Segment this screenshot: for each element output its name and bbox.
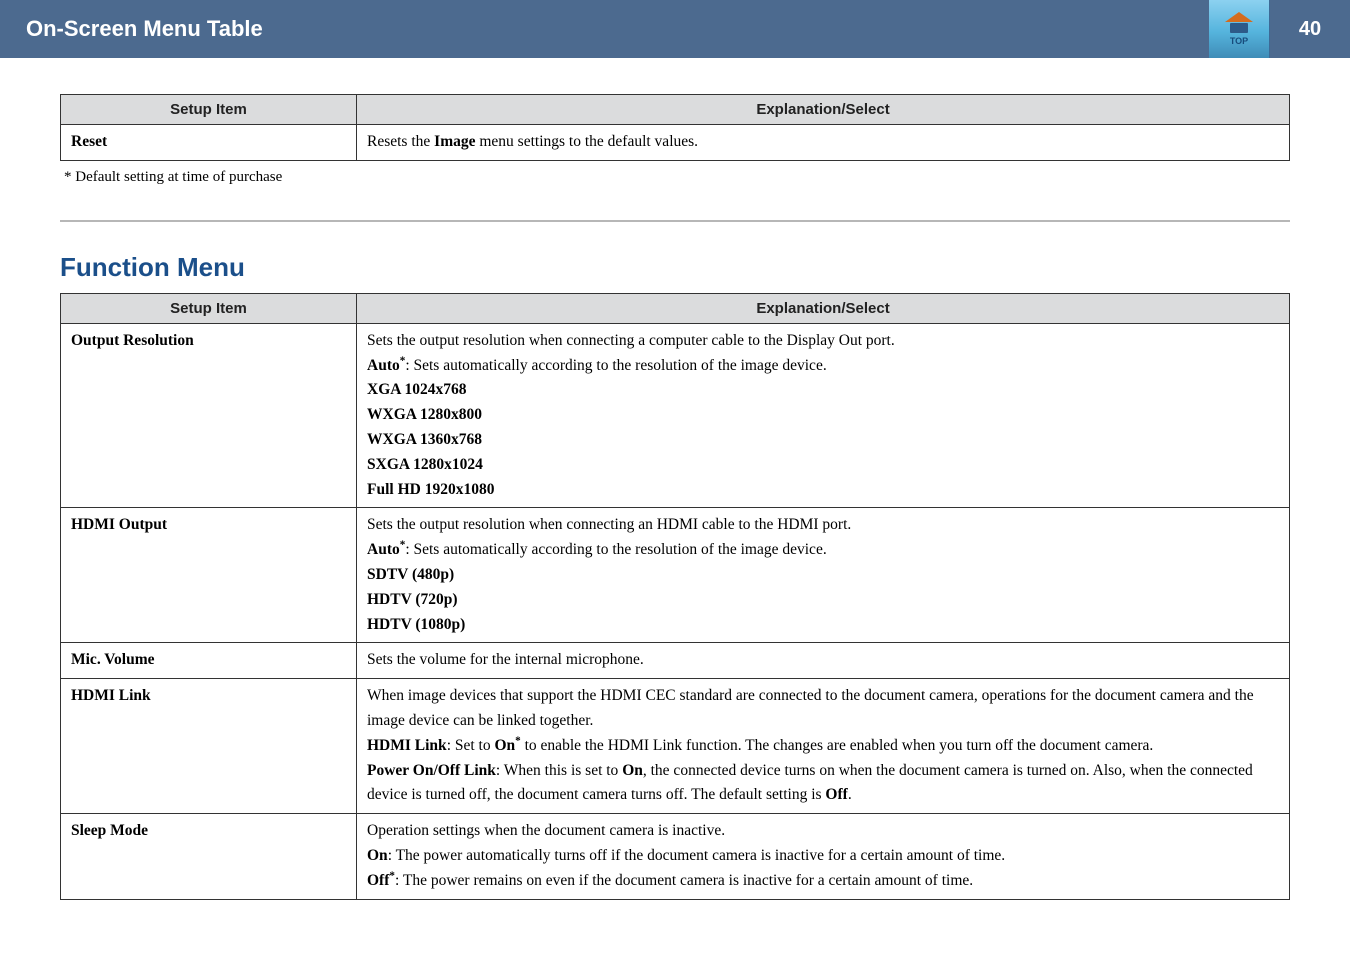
text-bold: SXGA 1280x1024 bbox=[367, 456, 483, 473]
text-bold: On bbox=[494, 737, 515, 754]
table-row: Mic. Volume Sets the volume for the inte… bbox=[61, 643, 1290, 679]
page-content: Setup Item Explanation/Select Reset Rese… bbox=[0, 58, 1350, 900]
cell-explanation: Sets the output resolution when connecti… bbox=[357, 323, 1290, 508]
cell-explanation: Operation settings when the document cam… bbox=[357, 814, 1290, 899]
header-right: TOP 40 bbox=[1209, 0, 1350, 58]
text-fragment: . bbox=[848, 786, 852, 803]
text-bold: Full HD 1920x1080 bbox=[367, 481, 494, 498]
table-row: Output Resolution Sets the output resolu… bbox=[61, 323, 1290, 508]
cell-setup-item: Sleep Mode bbox=[61, 814, 357, 899]
table-row: Sleep Mode Operation settings when the d… bbox=[61, 814, 1290, 899]
text-bold: Off bbox=[825, 786, 847, 803]
text-fragment: : Sets automatically according to the re… bbox=[405, 541, 826, 558]
col-header-explanation: Explanation/Select bbox=[357, 293, 1290, 323]
cell-setup-item: Mic. Volume bbox=[61, 643, 357, 679]
text-fragment: menu settings to the default values. bbox=[475, 133, 698, 150]
page-number-box: 40 bbox=[1270, 0, 1350, 58]
text-bold: WXGA 1280x800 bbox=[367, 406, 482, 423]
section-title: Function Menu bbox=[60, 252, 1290, 283]
col-header-explanation: Explanation/Select bbox=[357, 95, 1290, 125]
col-header-setup-item: Setup Item bbox=[61, 293, 357, 323]
text-bold: Auto bbox=[367, 357, 400, 374]
text-fragment: Resets the bbox=[367, 133, 434, 150]
cell-explanation: When image devices that support the HDMI… bbox=[357, 679, 1290, 814]
text-fragment: : The power automatically turns off if t… bbox=[388, 847, 1006, 864]
house-body-icon bbox=[1230, 23, 1248, 33]
function-menu-table: Setup Item Explanation/Select Output Res… bbox=[60, 293, 1290, 900]
text-bold: Image bbox=[434, 133, 475, 150]
cell-explanation: Resets the Image menu settings to the de… bbox=[357, 125, 1290, 161]
table-row: Reset Resets the Image menu settings to … bbox=[61, 125, 1290, 161]
text-bold: On bbox=[622, 762, 643, 779]
text-fragment: : Sets automatically according to the re… bbox=[405, 357, 826, 374]
cell-explanation: Sets the volume for the internal microph… bbox=[357, 643, 1290, 679]
cell-explanation: Sets the output resolution when connecti… bbox=[357, 508, 1290, 643]
text-bold: HDMI Link bbox=[367, 737, 447, 754]
table-row: HDMI Link When image devices that suppor… bbox=[61, 679, 1290, 814]
page-title: On-Screen Menu Table bbox=[0, 16, 263, 42]
section-rule bbox=[60, 220, 1290, 222]
text-bold: HDTV (720p) bbox=[367, 591, 458, 608]
footnote: * Default setting at time of purchase bbox=[60, 169, 1290, 186]
text-line: Sets the output resolution when connecti… bbox=[367, 332, 895, 349]
text-bold: SDTV (480p) bbox=[367, 566, 454, 583]
text-bold: HDTV (1080p) bbox=[367, 616, 465, 633]
cell-setup-item: HDMI Link bbox=[61, 679, 357, 814]
col-header-setup-item: Setup Item bbox=[61, 95, 357, 125]
house-roof-icon bbox=[1225, 12, 1253, 22]
text-fragment: : The power remains on even if the docum… bbox=[395, 872, 973, 889]
text-bold: Off bbox=[367, 872, 389, 889]
text-fragment: : When this is set to bbox=[496, 762, 622, 779]
page-header: On-Screen Menu Table TOP 40 bbox=[0, 0, 1350, 58]
text-bold: WXGA 1360x768 bbox=[367, 431, 482, 448]
text-fragment: : Set to bbox=[447, 737, 495, 754]
logo-text: TOP bbox=[1230, 36, 1248, 46]
cell-setup-item: Output Resolution bbox=[61, 323, 357, 508]
page-number: 40 bbox=[1299, 18, 1321, 41]
text-bold: Power On/Off Link bbox=[367, 762, 496, 779]
image-menu-table: Setup Item Explanation/Select Reset Rese… bbox=[60, 94, 1290, 161]
cell-setup-item: HDMI Output bbox=[61, 508, 357, 643]
text-bold: Auto bbox=[367, 541, 400, 558]
cell-setup-item: Reset bbox=[61, 125, 357, 161]
text-fragment: to enable the HDMI Link function. The ch… bbox=[521, 737, 1154, 754]
top-logo[interactable]: TOP bbox=[1209, 0, 1270, 58]
table-row: HDMI Output Sets the output resolution w… bbox=[61, 508, 1290, 643]
text-line: Sets the output resolution when connecti… bbox=[367, 516, 851, 533]
text-line: Operation settings when the document cam… bbox=[367, 822, 725, 839]
text-bold: XGA 1024x768 bbox=[367, 381, 466, 398]
text-line: When image devices that support the HDMI… bbox=[367, 687, 1254, 729]
text-bold: On bbox=[367, 847, 388, 864]
